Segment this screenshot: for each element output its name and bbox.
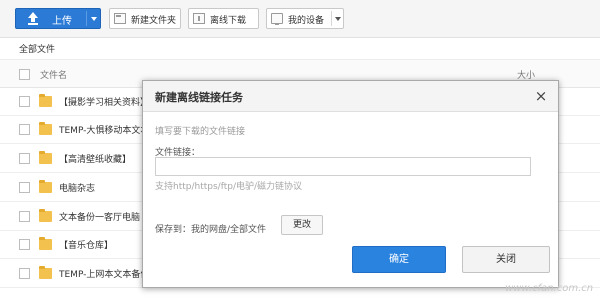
file-name[interactable]: TEMP-大惧移动本文本 (59, 123, 149, 136)
confirm-button[interactable]: 确定 (352, 246, 446, 273)
offline-download-label: 离线下载 (210, 16, 247, 26)
my-devices-button[interactable]: 我的设备 (266, 8, 344, 29)
select-all-checkbox[interactable] (19, 69, 30, 80)
chevron-down-icon[interactable] (332, 9, 344, 28)
offline-task-dialog: 新建离线链接任务 × 填写要下载的文件链接 文件链接： 支持http/https… (142, 80, 559, 288)
row-checkbox[interactable] (19, 96, 30, 107)
upload-label: 上传 (52, 16, 72, 27)
watermark: www.cfan.com.cn (505, 283, 594, 294)
row-checkbox[interactable] (19, 124, 30, 135)
save-to-label: 保存到： (155, 225, 192, 235)
file-name[interactable]: 【音乐仓库】 (59, 238, 113, 251)
upload-dropdown-icon[interactable] (87, 9, 101, 28)
folder-icon (39, 266, 52, 279)
file-name[interactable]: 【摄影学习相关资料】 (59, 95, 149, 108)
toolbar: 上传 新建文件夹 离线下载 我的设备 (0, 0, 600, 38)
dialog-title: 新建离线链接任务 (155, 91, 243, 104)
change-path-button[interactable]: 更改 (281, 215, 323, 235)
file-name[interactable]: TEMP-上网本文本备份 (59, 267, 149, 280)
folder-icon (39, 237, 52, 250)
new-folder-icon (114, 13, 126, 24)
upload-icon (28, 12, 38, 25)
file-name[interactable]: 【高清壁纸收藏】 (59, 152, 131, 165)
row-checkbox[interactable] (19, 211, 30, 222)
device-icon (271, 13, 283, 25)
my-devices-label: 我的设备 (288, 16, 325, 26)
supported-protocols-text: 支持http/https/ftp/电驴/磁力链协议 (155, 182, 303, 192)
save-path: 我的网盘/全部文件 (191, 225, 267, 235)
folder-icon (39, 94, 52, 107)
close-icon[interactable]: × (533, 87, 549, 105)
offline-download-icon (193, 13, 205, 24)
file-link-input[interactable] (155, 157, 531, 176)
breadcrumb[interactable]: 全部文件 (19, 42, 55, 55)
file-name[interactable]: 文本备份一客厅电脑 (59, 210, 140, 223)
dialog-header: 新建离线链接任务 × (143, 81, 558, 112)
new-folder-label: 新建文件夹 (131, 16, 177, 26)
folder-icon (39, 151, 52, 164)
close-button[interactable]: 关闭 (462, 246, 550, 273)
offline-download-button[interactable]: 离线下载 (188, 8, 259, 29)
folder-icon (39, 180, 52, 193)
upload-main[interactable]: 上传 (16, 9, 86, 28)
row-checkbox[interactable] (19, 239, 30, 250)
file-name[interactable]: 电脑杂志 (59, 181, 95, 194)
new-folder-button[interactable]: 新建文件夹 (109, 8, 181, 29)
folder-icon (39, 122, 52, 135)
row-checkbox[interactable] (19, 182, 30, 193)
row-checkbox[interactable] (19, 268, 30, 279)
dialog-hint: 填写要下载的文件链接 (155, 127, 246, 137)
row-checkbox[interactable] (19, 153, 30, 164)
upload-button[interactable]: 上传 (15, 8, 101, 29)
column-header-name[interactable]: 文件名 (40, 68, 67, 81)
folder-icon (39, 209, 52, 222)
